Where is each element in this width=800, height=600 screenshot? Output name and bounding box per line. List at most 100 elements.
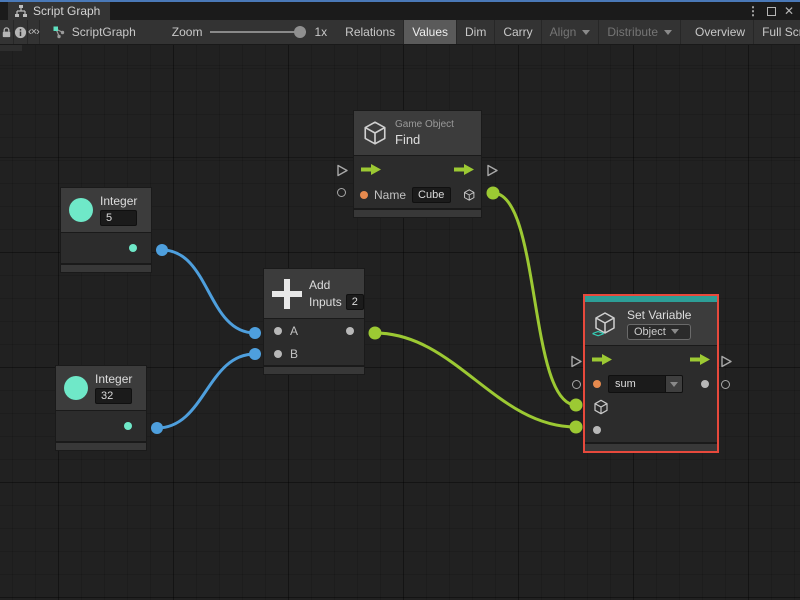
setvariable-name-outer-port[interactable]: [572, 380, 581, 389]
values-label: Values: [412, 25, 448, 39]
integer-type-icon: [69, 198, 93, 222]
lock-button[interactable]: [0, 20, 14, 44]
values-button[interactable]: Values: [404, 20, 457, 44]
node-category: Game Object: [395, 119, 454, 130]
info-icon: [14, 26, 27, 38]
chevron-down-icon: [670, 381, 678, 387]
variable-name-input-port[interactable]: [593, 380, 601, 388]
node-footer: [56, 441, 146, 450]
carry-label: Carry: [503, 25, 533, 39]
variable-brackets-icon: <>: [592, 326, 604, 340]
integer-type-icon: [64, 376, 88, 400]
find-name-outer-port[interactable]: [337, 188, 346, 197]
find-flow-out-port[interactable]: [486, 164, 499, 177]
flow-output-arrow-icon[interactable]: [453, 163, 475, 176]
flow-output-arrow-icon[interactable]: [689, 353, 711, 366]
variable-name-value: sum: [608, 375, 666, 393]
titlebar-spacer: [110, 2, 747, 20]
fullscreen-button[interactable]: Full Screen: [754, 20, 800, 44]
node-footer: [585, 442, 717, 451]
input-port-a[interactable]: [274, 326, 282, 335]
maximize-icon[interactable]: [766, 6, 776, 16]
variable-scope-label: Object: [634, 325, 666, 338]
graph-tree-icon: [15, 5, 27, 17]
game-object-cube-icon: [364, 121, 386, 145]
find-flow-in-port[interactable]: [336, 164, 349, 177]
code-preview-button[interactable]: ‹×›: [28, 20, 40, 44]
gameobject-target-port[interactable]: [593, 399, 609, 415]
window-focus-indicator: [0, 0, 800, 2]
node-footer: [354, 208, 481, 217]
zoom-label: Zoom: [171, 25, 203, 39]
node-title: Integer: [95, 372, 133, 386]
setvariable-output-outer-port[interactable]: [721, 380, 730, 389]
add-plus-icon: [272, 278, 302, 309]
wire-add-to-setvariable-value[interactable]: [374, 331, 577, 429]
variable-name-dropdown-button[interactable]: [666, 375, 683, 393]
add-output-port[interactable]: [346, 326, 354, 335]
relations-label: Relations: [345, 25, 396, 39]
close-icon[interactable]: ✕: [784, 4, 794, 18]
distribute-button[interactable]: Distribute: [599, 20, 682, 44]
dim-button[interactable]: Dim: [457, 20, 496, 44]
overview-label: Overview: [695, 25, 746, 39]
align-label: Align: [549, 25, 577, 39]
name-input-port[interactable]: [360, 191, 368, 199]
wire-integer5-to-add-a[interactable]: [161, 248, 256, 335]
wire-integer32-to-add-b[interactable]: [156, 352, 256, 430]
node-set-variable[interactable]: <> Set Variable Object sum: [583, 294, 719, 453]
title-bar: Script Graph ⋮ ✕: [0, 2, 800, 20]
value-input-port[interactable]: [593, 425, 601, 434]
distribute-label: Distribute: [607, 25, 659, 39]
tab-label: Script Graph: [33, 4, 101, 18]
flow-input-arrow-icon[interactable]: [360, 163, 382, 176]
integer-value-field[interactable]: 5: [100, 210, 138, 226]
chevron-down-icon: [664, 29, 673, 35]
set-variable-output-port[interactable]: [701, 380, 709, 388]
node-title: Find: [395, 132, 421, 147]
overview-button[interactable]: Overview: [687, 20, 755, 44]
name-value-field[interactable]: Cube: [412, 187, 451, 203]
name-label: Name: [374, 188, 407, 202]
tab-script-graph[interactable]: Script Graph: [8, 2, 111, 20]
integer-output-port[interactable]: [124, 422, 132, 430]
zoom-slider[interactable]: [210, 26, 307, 38]
chevron-down-icon: [670, 329, 679, 334]
graph-canvas[interactable]: Integer 5 Integer 32 Add Inputs 2 A B Ga…: [0, 45, 800, 600]
setvariable-flow-out-port[interactable]: [720, 355, 733, 368]
gameobject-output-port[interactable]: [463, 187, 475, 203]
integer-value-field[interactable]: 32: [95, 388, 133, 404]
flow-input-arrow-icon[interactable]: [591, 353, 613, 366]
info-button[interactable]: [14, 20, 28, 44]
setvariable-flow-in-port[interactable]: [570, 355, 583, 368]
zoom-value: 1x: [314, 25, 328, 39]
script-graph-icon: [53, 26, 64, 39]
variable-scope-dropdown[interactable]: Object: [627, 323, 692, 340]
inputs-label: Inputs: [309, 294, 342, 309]
zoom-slider-handle[interactable]: [294, 26, 307, 38]
script-graph-window: Script Graph ⋮ ✕ ‹×› ScriptGraph Zoom 1x…: [0, 0, 800, 600]
variable-name-dropdown[interactable]: sum: [608, 375, 683, 393]
window-menu-icon[interactable]: ⋮: [747, 4, 759, 18]
wire-find-to-setvariable-object[interactable]: [492, 191, 577, 407]
node-integer-top[interactable]: Integer 5: [60, 187, 152, 273]
node-add[interactable]: Add Inputs 2 A B: [263, 268, 365, 375]
carry-button[interactable]: Carry: [495, 20, 542, 44]
node-find[interactable]: Game Object Find Name Cube: [353, 110, 482, 218]
integer-output-port[interactable]: [129, 244, 137, 252]
input-port-b[interactable]: [274, 349, 282, 358]
relations-button[interactable]: Relations: [337, 20, 405, 44]
graph-name-label: ScriptGraph: [71, 25, 136, 39]
node-title: Add: [309, 277, 331, 292]
angle-brackets-icon: ‹×›: [28, 26, 40, 38]
graph-breadcrumb[interactable]: ScriptGraph: [40, 20, 148, 44]
inputs-count-field[interactable]: 2: [345, 293, 364, 310]
align-button[interactable]: Align: [542, 20, 600, 44]
fullscreen-label: Full Screen: [762, 25, 800, 39]
node-integer-bottom[interactable]: Integer 32: [55, 365, 147, 451]
zoom-slider-track: [210, 31, 307, 33]
chevron-down-icon: [582, 29, 591, 35]
zoom-control: Zoom 1x: [148, 20, 337, 44]
graph-toolbar: ‹×› ScriptGraph Zoom 1x Relations Values: [0, 20, 800, 45]
lock-icon: [2, 26, 11, 37]
